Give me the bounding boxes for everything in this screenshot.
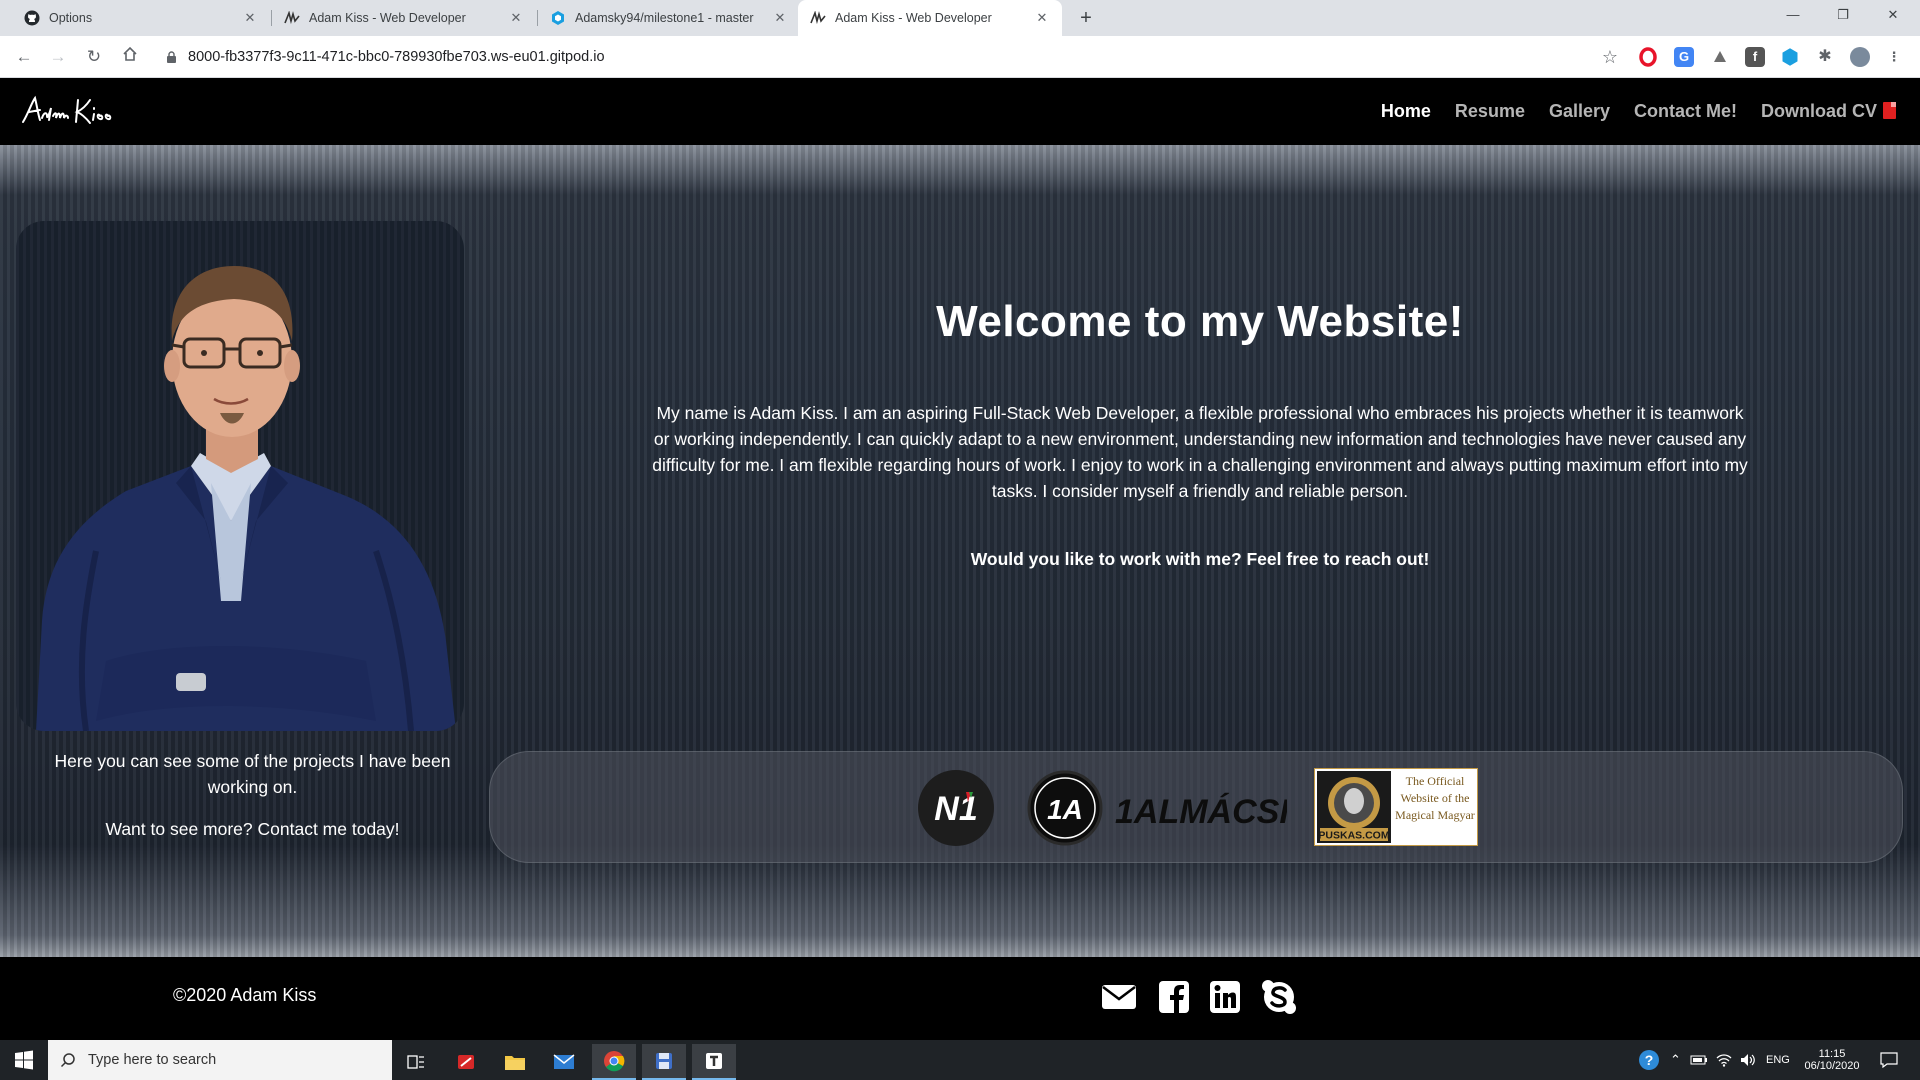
- home-button[interactable]: [118, 45, 142, 69]
- file-explorer-icon[interactable]: [493, 1044, 537, 1080]
- notifications-icon[interactable]: [1880, 1040, 1898, 1080]
- nav-contact[interactable]: Contact Me!: [1634, 101, 1737, 122]
- home-icon: [123, 46, 137, 61]
- back-button[interactable]: ←: [12, 45, 36, 69]
- project-puskas-wordmark: PUSKAS.COM: [1318, 830, 1389, 842]
- new-tab-button[interactable]: +: [1074, 6, 1098, 30]
- tab-milestone1[interactable]: Adamsky94/milestone1 - master ✕: [538, 0, 800, 36]
- menu-dots-icon[interactable]: ⋮: [1884, 47, 1904, 67]
- browser-toolbar: ← → ↻ 8000-fb3377f3-9c11-471c-bbc0-78993…: [0, 36, 1920, 78]
- help-tray-icon[interactable]: ?: [1638, 1040, 1660, 1080]
- svg-text:?: ?: [1645, 1052, 1654, 1068]
- project-1a-badge: 1A: [1047, 794, 1083, 825]
- cta-text: Would you like to work with me? Feel fre…: [970, 549, 1430, 569]
- copyright-text: ©2020 Adam Kiss: [173, 985, 317, 1005]
- nav-links: Home Resume Gallery Contact Me! Download…: [1357, 78, 1896, 145]
- linkedin-icon[interactable]: [1206, 979, 1244, 1015]
- close-icon[interactable]: ✕: [772, 10, 788, 26]
- hero-section: Welcome to my Website! My name is Adam K…: [0, 145, 1920, 957]
- text-app-icon[interactable]: [692, 1044, 736, 1080]
- site-navbar: Home Resume Gallery Contact Me! Download…: [0, 78, 1920, 145]
- bookmark-star-icon[interactable]: ☆: [1602, 47, 1618, 68]
- project-1a-label: 1ALMÁCSI: [1115, 793, 1287, 831]
- opera-extension-icon[interactable]: [1638, 47, 1658, 67]
- close-icon[interactable]: ✕: [508, 10, 524, 26]
- site-logo[interactable]: [20, 92, 120, 130]
- taskbar-search-placeholder: Type here to search: [88, 1052, 217, 1068]
- profile-photo: [16, 221, 464, 731]
- address-bar[interactable]: 8000-fb3377f3-9c11-471c-bbc0-789930fbe70…: [156, 42, 1626, 72]
- taskbar-search-box[interactable]: Type here to search: [48, 1040, 392, 1080]
- projects-showcase: N1 1A 1ALMÁCSI PUSKAS.COM The Official W…: [489, 751, 1903, 863]
- search-icon: [60, 1053, 75, 1068]
- tab-label: Adam Kiss - Web Developer: [835, 11, 992, 25]
- forward-button[interactable]: →: [46, 45, 70, 69]
- windows-start-button[interactable]: [0, 1040, 48, 1080]
- signature-icon: [284, 10, 300, 26]
- mail-icon[interactable]: [542, 1044, 586, 1080]
- restore-button[interactable]: ❐: [1820, 4, 1866, 26]
- battery-icon[interactable]: [1690, 1040, 1708, 1080]
- close-window-button[interactable]: ✕: [1870, 4, 1916, 26]
- wifi-icon[interactable]: [1716, 1040, 1732, 1080]
- contact-prompt-text: Want to see more? Contact me today!: [105, 819, 400, 839]
- nav-resume[interactable]: Resume: [1455, 101, 1525, 122]
- github-icon: [24, 10, 40, 26]
- project-1a-almacsi-logo[interactable]: 1A 1ALMÁCSI: [1027, 768, 1290, 853]
- task-view-icon[interactable]: [394, 1044, 438, 1080]
- facebook-extension-icon[interactable]: f: [1745, 47, 1765, 67]
- projects-text: Here you can see some of the projects I …: [54, 751, 451, 797]
- close-icon[interactable]: ✕: [242, 10, 258, 26]
- facebook-icon[interactable]: [1155, 979, 1193, 1015]
- url-text: 8000-fb3377f3-9c11-471c-bbc0-789930fbe70…: [188, 49, 605, 65]
- gitpod-extension-icon[interactable]: [1780, 47, 1800, 67]
- tab-label: Adamsky94/milestone1 - master: [575, 11, 754, 25]
- red-app-icon[interactable]: [444, 1044, 488, 1080]
- system-clock[interactable]: 11:15 06/10/2020: [1800, 1040, 1864, 1080]
- clock-date: 06/10/2020: [1804, 1060, 1860, 1072]
- download-cv-label: Download CV: [1761, 101, 1877, 121]
- signature-icon: [810, 10, 826, 26]
- lock-icon: [166, 51, 178, 63]
- tab-adam-kiss-active[interactable]: Adam Kiss - Web Developer ✕: [798, 0, 1062, 36]
- skype-icon[interactable]: [1260, 979, 1298, 1015]
- project-puskas-caption: The Official Website of the Magical Magy…: [1395, 774, 1475, 822]
- website-viewport: Home Resume Gallery Contact Me! Download…: [0, 78, 1920, 1040]
- minimize-button[interactable]: —: [1770, 4, 1816, 26]
- tab-label: Options: [49, 11, 93, 25]
- windows-taskbar: Type here to search ? ⌃ ENG 11:15 06/10/…: [0, 1040, 1920, 1080]
- language-indicator[interactable]: ENG: [1766, 1040, 1790, 1080]
- close-icon[interactable]: ✕: [1034, 10, 1050, 26]
- clock-time: 11:15: [1818, 1048, 1846, 1060]
- gitpod-icon: [550, 10, 566, 26]
- nav-home[interactable]: Home: [1381, 101, 1431, 122]
- extensions-puzzle-icon[interactable]: ✱: [1815, 47, 1835, 67]
- save-app-icon[interactable]: [642, 1044, 686, 1080]
- nav-download-cv[interactable]: Download CV: [1761, 101, 1896, 122]
- translate-extension-icon[interactable]: G: [1674, 47, 1694, 67]
- nav-gallery[interactable]: Gallery: [1549, 101, 1610, 122]
- pdf-icon: [1883, 102, 1896, 119]
- browser-tab-strip: Options ✕ Adam Kiss - Web Developer ✕ Ad…: [0, 0, 1920, 36]
- project-n1-logo[interactable]: N1: [916, 768, 996, 853]
- intro-text: My name is Adam Kiss. I am an aspiring F…: [652, 403, 1748, 501]
- reload-button[interactable]: ↻: [82, 45, 106, 69]
- profile-avatar[interactable]: [1850, 47, 1870, 67]
- project-puskas-logo[interactable]: PUSKAS.COM The Official Website of the M…: [1313, 767, 1479, 851]
- envelope-icon[interactable]: [1100, 979, 1138, 1015]
- tab-label: Adam Kiss - Web Developer: [309, 11, 466, 25]
- welcome-title: Welcome to my Website!: [936, 297, 1464, 346]
- cloud-extension-icon[interactable]: [1710, 47, 1730, 67]
- tray-chevron-up-icon[interactable]: ⌃: [1670, 1040, 1681, 1080]
- site-footer: ©2020 Adam Kiss: [0, 957, 1920, 1040]
- windows-logo-icon: [15, 1050, 33, 1070]
- tab-options[interactable]: Options ✕: [12, 0, 270, 36]
- tab-adam-kiss-1[interactable]: Adam Kiss - Web Developer ✕: [272, 0, 536, 36]
- chrome-taskbar-icon[interactable]: [592, 1044, 636, 1080]
- volume-icon[interactable]: [1740, 1040, 1756, 1080]
